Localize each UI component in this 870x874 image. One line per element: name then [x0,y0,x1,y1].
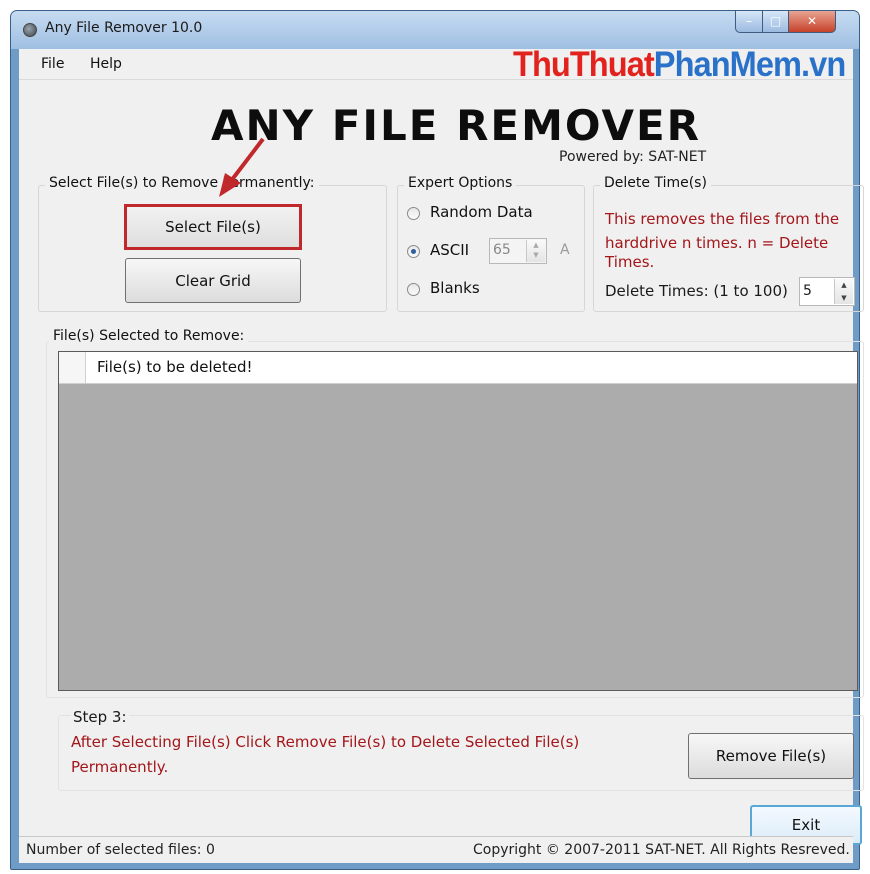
app-logo: ANY FILE REMOVER [211,101,702,150]
radio-random-data[interactable] [407,207,420,220]
clear-grid-button[interactable]: Clear Grid [125,258,301,303]
spinner-arrows-icon[interactable]: ▲ ▼ [526,240,545,262]
expert-options-title: Expert Options [404,175,517,191]
maximize-button[interactable]: □ [762,11,789,33]
menu-file[interactable]: File [41,56,64,72]
app-icon[interactable] [23,23,37,37]
radio-random-data-label: Random Data [430,203,533,221]
remove-files-button[interactable]: Remove File(s) [688,733,854,779]
delete-times-group: Delete Time(s) This removes the files fr… [593,175,864,312]
grid-corner-cell[interactable] [59,352,86,383]
select-files-group: Select File(s) to Remove Permanently: Se… [38,175,387,312]
expert-options-group: Expert Options Random Data ASCII 65 ▲ ▼ A… [397,175,585,312]
select-files-highlight [124,204,302,250]
title-bar[interactable]: Any File Remover 10.0 – □ ✕ [11,11,859,49]
delete-times-description: This removes the files from the harddriv… [605,210,840,271]
ascii-code-spinner[interactable]: 65 ▲ ▼ [489,238,547,264]
grid-column-header[interactable]: File(s) to be deleted! [97,358,253,376]
grid-header: File(s) to be deleted! [59,352,857,384]
step3-instructions: After Selecting File(s) Click Remove Fil… [71,733,580,776]
selected-count: 0 [205,842,215,858]
step3-title: Step 3: [71,708,129,726]
ascii-char-preview: A [560,242,570,258]
ascii-code-value: 65 [493,242,511,258]
delete-times-label: Delete Times: (1 to 100) [605,282,788,300]
radio-ascii-label: ASCII [430,241,470,259]
files-grid[interactable]: File(s) to be deleted! [58,351,858,691]
client-area: File Help ThuThuatPhanMem.vn ANY FILE RE… [19,45,864,863]
step3-group: Step 3: After Selecting File(s) Click Re… [58,708,864,791]
selected-count-text: Number of selected files: 0 [26,842,215,858]
delete-times-title: Delete Time(s) [600,175,711,191]
close-button[interactable]: ✕ [788,11,836,33]
delete-times-value: 5 [803,283,812,299]
spinner-arrows-icon[interactable]: ▲ ▼ [834,279,853,304]
radio-ascii[interactable] [407,245,420,258]
window-title: Any File Remover 10.0 [45,20,203,36]
powered-by-text: Powered by: SAT-NET [559,149,707,165]
select-files-group-title: Select File(s) to Remove Permanently: [45,175,319,191]
files-selected-title: File(s) Selected to Remove: [49,328,249,344]
radio-blanks[interactable] [407,283,420,296]
minimize-button[interactable]: – [735,11,763,33]
delete-times-spinner[interactable]: 5 ▲ ▼ [799,277,855,306]
copyright-text: Copyright © 2007-2011 SAT-NET. All Right… [473,842,850,858]
menu-help[interactable]: Help [90,56,122,72]
watermark-logo: ThuThuatPhanMem.vn [513,45,846,84]
app-window: Any File Remover 10.0 – □ ✕ File Help Th… [10,10,864,870]
status-bar: Number of selected files: 0 Copyright © … [19,836,853,863]
radio-blanks-label: Blanks [430,279,480,297]
